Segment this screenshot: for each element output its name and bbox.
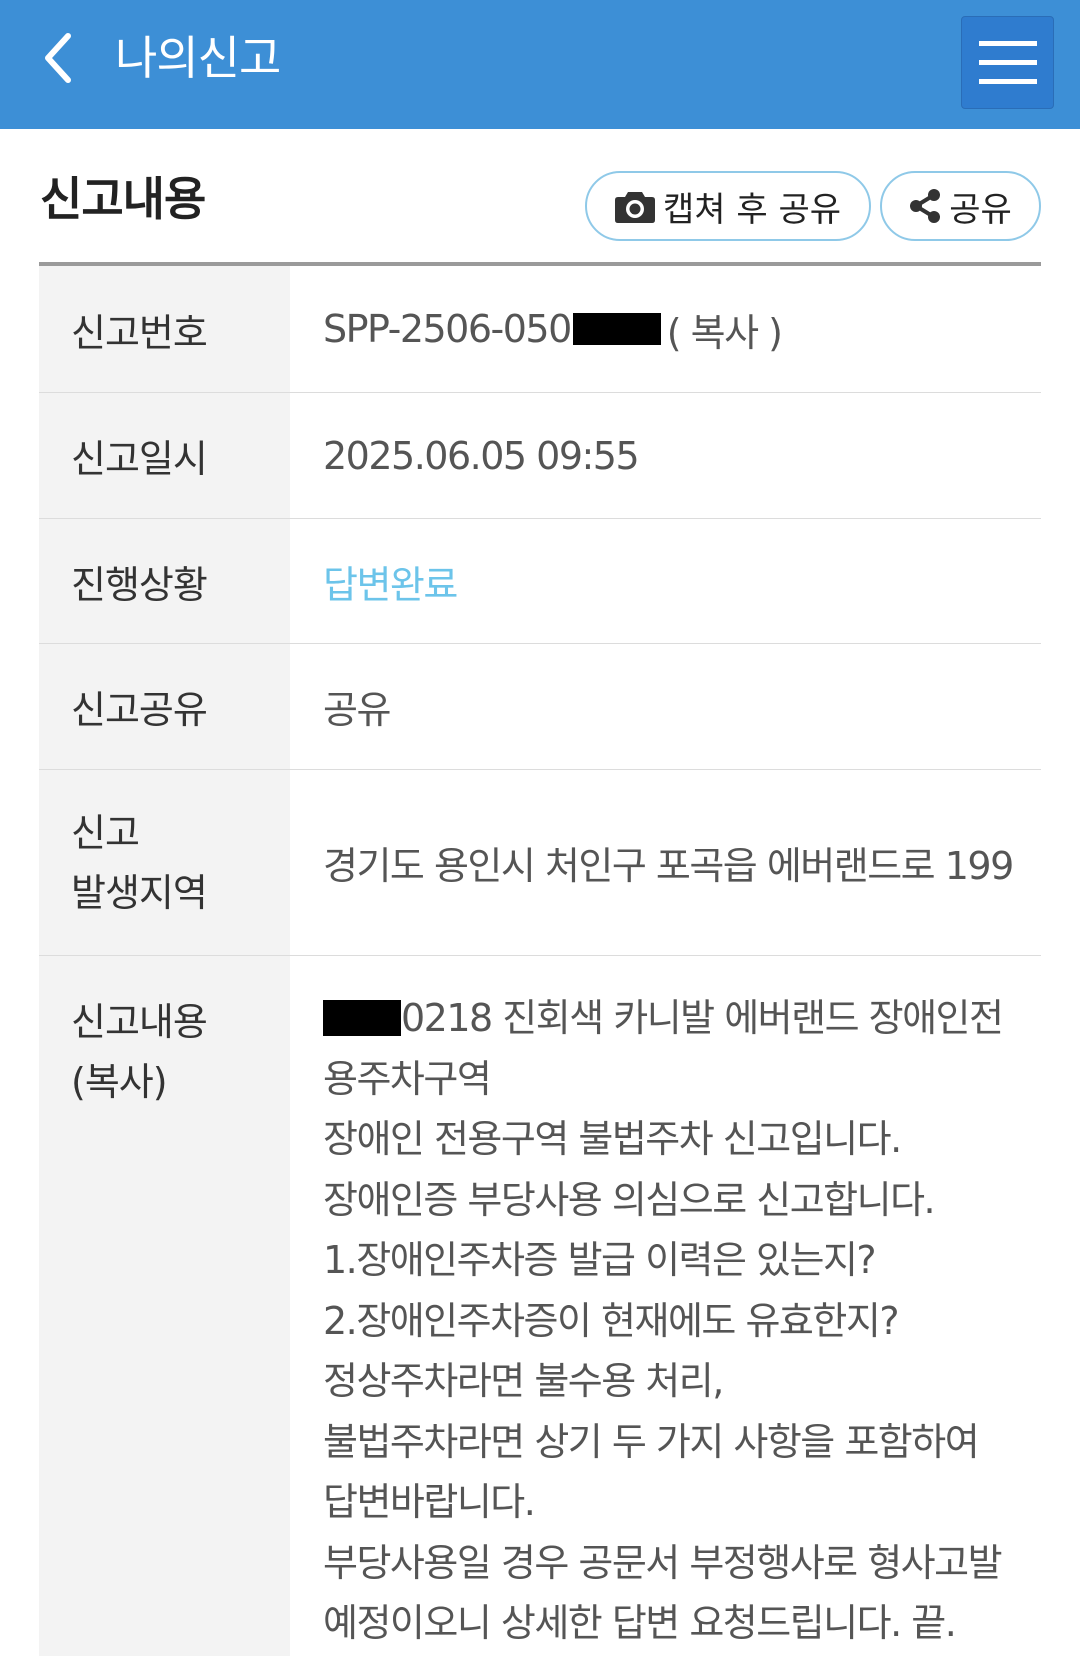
- status-badge: 답변완료: [323, 562, 458, 607]
- capture-share-button[interactable]: 캡쳐 후 공유: [585, 171, 871, 241]
- content-line: 2.장애인주차증이 현재에도 유효한지?: [323, 1298, 900, 1343]
- report-datetime-label: 신고일시: [39, 393, 290, 518]
- content-line: 부당사용일 경우 공문서 부정행사로 형사고발: [323, 1540, 1003, 1585]
- report-content-label[interactable]: 신고내용 (복사): [39, 956, 290, 1656]
- report-share-row: 신고공유 공유: [39, 644, 1041, 770]
- report-location-value: 경기도 용인시 처인구 포곡읍 에버랜드로 199: [323, 844, 1014, 888]
- content-line: 1.장애인주차증 발급 이력은 있는지?: [323, 1238, 877, 1282]
- report-number-row: 신고번호 SPP-2506-050 ( 복사 ): [39, 266, 1041, 393]
- menu-button[interactable]: [961, 16, 1054, 109]
- copy-report-number-link[interactable]: ( 복사 ): [667, 302, 783, 357]
- report-content-value: 0218 진회색 카니발 에버랜드 장애인전 용주차구역 장애인 전용구역 불법…: [290, 956, 1041, 1656]
- app-header: 나의신고: [0, 0, 1080, 129]
- section-title: 신고내용: [40, 172, 206, 226]
- report-number-value: SPP-2506-050 ( 복사 ): [290, 266, 1041, 392]
- content-line: 0218 진회색 카니발 에버랜드 장애인전: [323, 988, 1021, 1049]
- camera-icon: [614, 192, 655, 223]
- back-button[interactable]: [28, 18, 88, 98]
- capture-share-label: 캡쳐 후 공유: [662, 189, 841, 230]
- report-share-label: 신고공유: [39, 644, 290, 769]
- content-line: 정상주차라면 불수용 처리,: [323, 1359, 724, 1403]
- content-line: 불법주차라면 상기 두 가지 사항을 포함하여: [323, 1419, 980, 1464]
- report-detail-table: 신고번호 SPP-2506-050 ( 복사 ) 신고일시 2025.06.05 …: [39, 266, 1041, 1656]
- hamburger-menu-icon: [978, 40, 1037, 84]
- report-status-row: 진행상황 답변완료: [39, 519, 1041, 644]
- content-line: 장애인증 부당사용 의심으로 신고합니다.: [323, 1177, 936, 1222]
- report-share-value: 공유: [323, 688, 391, 732]
- redacted-block: [323, 999, 401, 1036]
- share-button[interactable]: 공유: [880, 171, 1041, 241]
- report-datetime-value: 2025.06.05 09:55: [323, 433, 640, 478]
- share-label: 공유: [949, 189, 1012, 230]
- report-status-label: 진행상황: [39, 519, 290, 643]
- redacted-block: [572, 313, 661, 345]
- report-number-label: 신고번호: [39, 266, 290, 392]
- content-line: 답변바랍니다.: [323, 1480, 536, 1524]
- report-content-row: 신고내용 (복사) 0218 진회색 카니발 에버랜드 장애인전 용주차구역 장…: [39, 956, 1041, 1656]
- content-line: 예정이오니 상세한 답변 요청드립니다. 끝.: [323, 1601, 957, 1645]
- report-location-label: 신고 발생지역: [39, 770, 290, 955]
- report-datetime-row: 신고일시 2025.06.05 09:55: [39, 393, 1041, 519]
- chevron-left-icon: [45, 33, 71, 83]
- content-first-line-text: 0218 진회색 카니발 에버랜드 장애인전: [401, 996, 1004, 1040]
- share-icon: [910, 189, 941, 223]
- content-line: 용주차구역: [323, 1056, 492, 1101]
- content-line: 장애인 전용구역 불법주차 신고입니다.: [323, 1117, 902, 1161]
- report-location-row: 신고 발생지역 경기도 용인시 처인구 포곡읍 에버랜드로 199: [39, 770, 1041, 956]
- page-title: 나의신고: [115, 31, 281, 85]
- report-number-text: SPP-2506-050: [323, 307, 572, 351]
